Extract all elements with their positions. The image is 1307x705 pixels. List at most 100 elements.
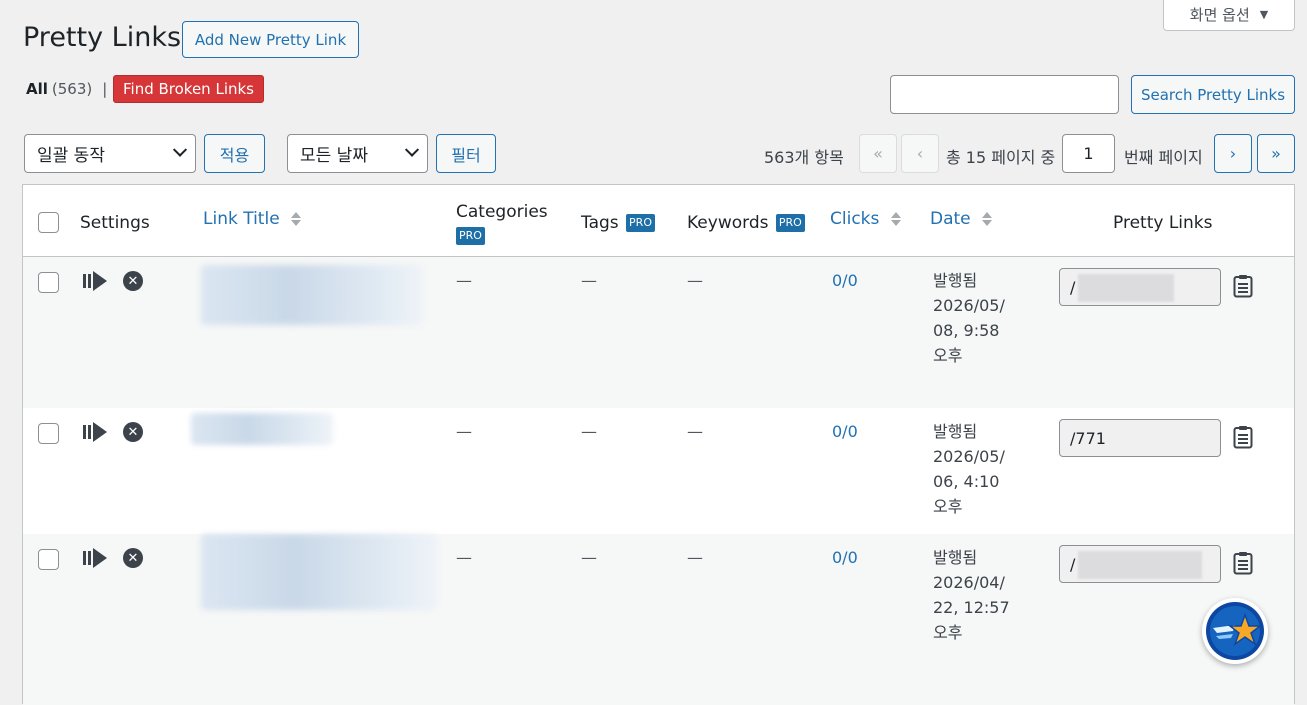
screen-options-label: 화면 옵션 <box>1189 6 1250 24</box>
redirect-arrow-icon[interactable] <box>83 271 107 291</box>
column-keywords: Keywords PRO <box>687 213 805 233</box>
apply-button[interactable]: 적용 <box>204 134 265 173</box>
items-count: 563개 항목 <box>764 148 844 167</box>
link-title-redacted[interactable] <box>191 413 333 445</box>
caret-down-icon: ▼ <box>1259 8 1269 21</box>
pro-badge: PRO <box>456 227 485 245</box>
date-line: 오후 <box>933 497 963 516</box>
tags-cell: — <box>581 548 597 567</box>
sort-icon <box>291 212 302 226</box>
first-page-button: « <box>859 134 897 173</box>
column-keywords-label: Keywords <box>687 213 769 233</box>
current-page-input[interactable]: 1 <box>1062 134 1115 173</box>
clicks-link[interactable]: 0/0 <box>832 548 858 567</box>
row-checkbox[interactable] <box>38 272 59 293</box>
table-row: ✕ — — — 0/0 발행됨 2026/04/ 22, 12:57 오후 / <box>23 534 1294 705</box>
sort-icon <box>982 212 993 226</box>
column-categories: Categories PRO <box>456 200 548 248</box>
date-filter-value: 모든 날짜 <box>300 146 368 166</box>
date-line: 오후 <box>933 623 963 642</box>
column-pretty-links: Pretty Links <box>1113 213 1213 233</box>
copy-clipboard-icon[interactable] <box>1233 551 1253 575</box>
categories-cell: — <box>456 422 472 441</box>
view-all-count: (563) <box>51 80 93 98</box>
copy-clipboard-icon[interactable] <box>1233 425 1253 449</box>
sort-icon <box>890 212 901 226</box>
view-all-link[interactable]: All <box>26 80 48 98</box>
pretty-links-launcher-button[interactable] <box>1202 598 1268 664</box>
table-row: ✕ — — — 0/0 발행됨 2026/05/ 08, 9:58 오후 / <box>23 257 1294 408</box>
date-line: 06, 4:10 <box>933 472 1000 491</box>
pro-badge: PRO <box>626 214 655 232</box>
categories-cell: — <box>456 271 472 290</box>
column-tags: Tags PRO <box>581 213 655 233</box>
links-table: Settings Link Title Categories PRO Tags … <box>22 184 1295 705</box>
search-input[interactable] <box>890 75 1119 114</box>
column-clicks[interactable]: Clicks <box>830 209 901 229</box>
pretty-link-redacted <box>1078 274 1174 302</box>
redirect-arrow-icon[interactable] <box>83 422 107 442</box>
table-header: Settings Link Title Categories PRO Tags … <box>23 185 1294 257</box>
date-cell: 발행됨 2026/05/ 06, 4:10 오후 <box>933 419 1013 519</box>
chevron-down-icon <box>172 142 188 157</box>
pretty-link-value: / <box>1070 278 1076 297</box>
column-link-title[interactable]: Link Title <box>203 209 302 229</box>
link-title-redacted[interactable] <box>201 265 423 325</box>
pretty-link-value: /771 <box>1070 429 1106 448</box>
date-status: 발행됨 <box>933 422 978 441</box>
next-page-button[interactable]: › <box>1214 134 1252 173</box>
total-pages-prefix: 총 15 페이지 중 <box>946 148 1056 167</box>
row-checkbox[interactable] <box>38 423 59 444</box>
select-all-checkbox[interactable] <box>38 212 59 233</box>
column-categories-label: Categories <box>456 202 548 222</box>
search-pretty-links-button[interactable]: Search Pretty Links <box>1131 75 1295 114</box>
bulk-action-value: 일괄 동작 <box>37 146 105 166</box>
view-filters: All (563) | <box>26 80 107 98</box>
date-cell: 발행됨 2026/05/ 08, 9:58 오후 <box>933 268 1013 368</box>
column-settings: Settings <box>80 213 150 233</box>
keywords-cell: — <box>687 422 703 441</box>
clicks-link[interactable]: 0/0 <box>832 271 858 290</box>
column-link-title-label: Link Title <box>203 209 280 229</box>
copy-clipboard-icon[interactable] <box>1233 274 1253 298</box>
date-filter-select[interactable]: 모든 날짜 <box>287 134 428 173</box>
categories-cell: — <box>456 548 472 567</box>
delete-icon[interactable]: ✕ <box>123 271 143 291</box>
date-line: 2026/05/ <box>933 447 1005 466</box>
date-line: 2026/04/ <box>933 573 1005 592</box>
date-cell: 발행됨 2026/04/ 22, 12:57 오후 <box>933 545 1013 645</box>
screen-options-button[interactable]: 화면 옵션 ▼ <box>1163 0 1295 31</box>
pretty-link-field[interactable]: / <box>1059 268 1221 306</box>
pretty-link-value: / <box>1070 555 1076 574</box>
add-new-pretty-link-button[interactable]: Add New Pretty Link <box>182 21 359 58</box>
delete-icon[interactable]: ✕ <box>123 422 143 442</box>
keywords-cell: — <box>687 271 703 290</box>
last-page-button[interactable]: » <box>1257 134 1295 173</box>
link-title-redacted[interactable] <box>201 534 437 610</box>
date-status: 발행됨 <box>933 548 978 567</box>
pretty-link-field[interactable]: /771 <box>1059 419 1221 457</box>
find-broken-links-button[interactable]: Find Broken Links <box>113 75 264 103</box>
prev-page-button: ‹ <box>901 134 939 173</box>
column-clicks-label: Clicks <box>830 209 880 229</box>
column-date[interactable]: Date <box>930 209 993 229</box>
clicks-link[interactable]: 0/0 <box>832 422 858 441</box>
pretty-link-redacted <box>1078 551 1202 579</box>
filter-button[interactable]: 필터 <box>436 134 496 173</box>
page-title: Pretty Links <box>23 22 182 53</box>
date-line: 2026/05/ <box>933 296 1005 315</box>
table-row: ✕ — — — 0/0 발행됨 2026/05/ 06, 4:10 오후 /77… <box>23 408 1294 534</box>
keywords-cell: — <box>687 548 703 567</box>
pretty-link-field[interactable]: / <box>1059 545 1221 583</box>
delete-icon[interactable]: ✕ <box>123 548 143 568</box>
date-line: 22, 12:57 <box>933 598 1010 617</box>
page-suffix: 번째 페이지 <box>1124 148 1203 167</box>
tags-cell: — <box>581 271 597 290</box>
date-line: 08, 9:58 <box>933 321 1000 340</box>
row-checkbox[interactable] <box>38 549 59 570</box>
bulk-action-select[interactable]: 일괄 동작 <box>24 134 196 173</box>
date-line: 오후 <box>933 346 963 365</box>
column-date-label: Date <box>930 209 971 229</box>
column-tags-label: Tags <box>581 213 619 233</box>
redirect-arrow-icon[interactable] <box>83 548 107 568</box>
